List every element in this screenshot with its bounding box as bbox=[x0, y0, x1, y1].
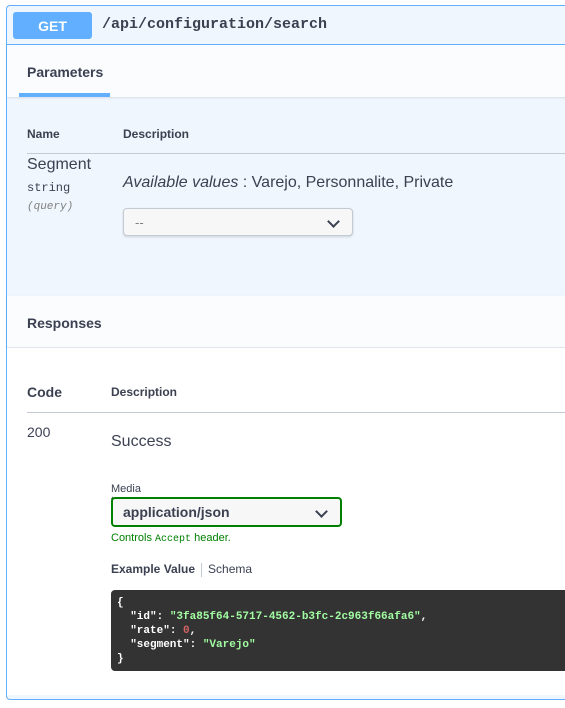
tab-example-value[interactable]: Example Value bbox=[111, 562, 195, 576]
json-key-segment: "segment" bbox=[130, 639, 190, 651]
tab-parameters-label: Parameters bbox=[27, 64, 104, 80]
example-tabs: Example Value Schema bbox=[111, 562, 252, 577]
response-code: 200 bbox=[27, 424, 51, 440]
json-key-id: "id" bbox=[130, 611, 157, 623]
controls-prefix: Controls bbox=[111, 532, 156, 544]
param-header-divider bbox=[27, 153, 565, 154]
param-type: string bbox=[27, 181, 71, 195]
segment-select[interactable]: -- bbox=[123, 208, 353, 236]
json-close-brace: } bbox=[117, 653, 124, 665]
available-values-label: Available values bbox=[123, 174, 239, 191]
param-location: (query) bbox=[27, 201, 74, 213]
tab-parameters[interactable]: Parameters bbox=[19, 45, 110, 97]
chevron-down-icon bbox=[315, 505, 328, 518]
controls-accept-note: Controls Accept header. bbox=[111, 532, 231, 545]
tab-schema[interactable]: Schema bbox=[208, 562, 252, 576]
json-value-id: "3fa85f64-5717-4562-b3fc-2c963f66afa6" bbox=[169, 611, 421, 623]
responses-header: Responses bbox=[7, 296, 565, 347]
media-type-select[interactable]: application/json bbox=[111, 497, 342, 527]
example-json-block[interactable]: { "id": "3fa85f64-5717-4562-b3fc-2c963f6… bbox=[111, 590, 565, 671]
endpoint-path: /api/configuration/search bbox=[102, 16, 328, 33]
method-badge: GET bbox=[13, 12, 92, 39]
responses-title: Responses bbox=[27, 315, 102, 331]
json-open-brace: { bbox=[117, 597, 124, 609]
param-name: Segment bbox=[27, 156, 92, 173]
resp-col-description: Description bbox=[111, 385, 178, 399]
operation-summary[interactable]: GET /api/configuration/search bbox=[7, 6, 565, 45]
chevron-down-icon bbox=[327, 215, 340, 228]
controls-code: Accept bbox=[155, 534, 192, 545]
tab-separator bbox=[201, 562, 203, 577]
controls-suffix: header. bbox=[191, 532, 231, 544]
segment-select-value: -- bbox=[135, 215, 144, 230]
param-col-name: Name bbox=[27, 127, 60, 141]
parameters-header: Parameters bbox=[7, 45, 565, 97]
media-type-value: application/json bbox=[123, 504, 230, 520]
resp-col-code: Code bbox=[27, 384, 62, 400]
json-value-segment: "Varejo" bbox=[202, 639, 256, 651]
available-values-list: : Varejo, Personnalite, Private bbox=[238, 174, 454, 191]
resp-header-divider bbox=[27, 412, 565, 413]
param-col-description: Description bbox=[123, 127, 190, 141]
json-value-rate: 0 bbox=[183, 625, 190, 637]
param-available-values: Available values : Varejo, Personnalite,… bbox=[123, 174, 453, 192]
json-key-rate: "rate" bbox=[130, 625, 170, 637]
response-description: Success bbox=[111, 433, 172, 450]
